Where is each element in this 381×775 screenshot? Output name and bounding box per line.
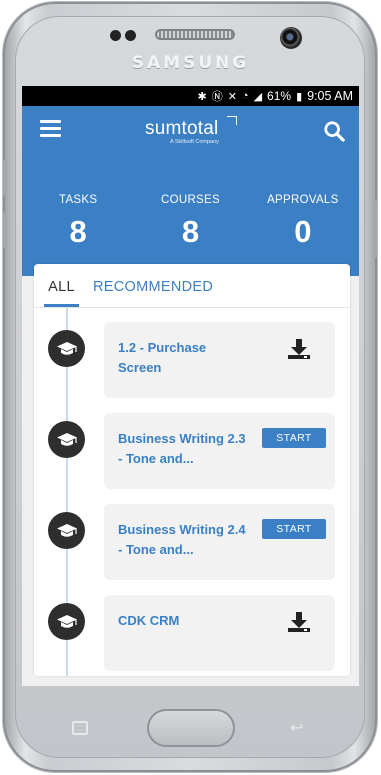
stat-value: 0 (294, 214, 312, 249)
battery-icon: ▮ (296, 90, 303, 103)
battery-percent: 61% (267, 89, 292, 103)
start-button[interactable]: START (262, 428, 326, 448)
graduation-cap-icon (48, 330, 85, 367)
graduation-cap-icon (48, 603, 85, 640)
stat-courses[interactable]: COURSES 8 (134, 194, 246, 250)
volume-up-key (3, 160, 7, 196)
search-icon[interactable] (323, 120, 345, 142)
mute-icon: ✕ (227, 90, 237, 103)
stat-label: APPROVALS (267, 194, 339, 206)
graduation-cap-icon (48, 512, 85, 549)
status-bar: ✱ Ⓝ ✕ ◔ ◢ 61% ▮ 9:05 AM (22, 86, 359, 106)
stat-value: 8 (181, 214, 200, 249)
tab-bar: ALL RECOMMENDED (34, 264, 350, 308)
graduation-cap-icon (48, 421, 85, 458)
volume-down-key (3, 212, 7, 248)
course-item[interactable]: Business Writing 2.3 - Tone and... START (104, 413, 335, 489)
app-header: sumtotal A Skillsoft Company TASKS 8 COU… (22, 106, 359, 276)
signal-icon: ◢ (253, 90, 263, 103)
status-time: 9:05 AM (307, 89, 353, 103)
bluetooth-icon: ✱ (197, 90, 207, 103)
power-key (373, 200, 377, 258)
course-item[interactable]: CDK CRM (104, 595, 335, 671)
download-icon[interactable] (287, 610, 311, 634)
stats-row: TASKS 8 COURSES 8 APPROVALS 0 (22, 194, 359, 250)
course-title[interactable]: Business Writing 2.3 - Tone and... (118, 429, 248, 469)
course-title[interactable]: CDK CRM (118, 611, 248, 631)
logo-subtitle: A Skillsoft Company (170, 139, 219, 145)
stat-value: 8 (69, 214, 87, 249)
learning-card: ALL RECOMMENDED 1.2 - Purchase Screen Bu… (34, 264, 350, 676)
back-icon[interactable]: ↩ (290, 718, 303, 737)
list-item: Business Writing 2.3 - Tone and... START (34, 413, 350, 489)
nfc-icon: Ⓝ (211, 91, 223, 103)
list-item: Business Writing 2.4 - Tone and... START (34, 504, 350, 580)
course-list[interactable]: 1.2 - Purchase Screen Business Writing 2… (34, 308, 350, 676)
logo-mark-icon (227, 116, 237, 125)
hamburger-menu-icon[interactable] (40, 120, 61, 137)
list-item: 1.2 - Purchase Screen (34, 322, 350, 398)
course-item[interactable]: 1.2 - Purchase Screen (104, 322, 335, 398)
course-title[interactable]: 1.2 - Purchase Screen (118, 338, 248, 378)
earpiece-speaker (155, 29, 235, 40)
stat-label: TASKS (58, 194, 98, 206)
stat-tasks[interactable]: TASKS 8 (22, 194, 134, 250)
course-item[interactable]: Business Writing 2.4 - Tone and... START (104, 504, 335, 580)
recent-apps-icon[interactable] (72, 721, 88, 735)
list-item: CDK CRM (34, 595, 350, 671)
course-title[interactable]: Business Writing 2.4 - Tone and... (118, 520, 248, 560)
front-camera (280, 27, 302, 49)
download-icon[interactable] (287, 337, 311, 361)
sensor-dots (110, 30, 136, 41)
sumtotal-logo: sumtotal A Skillsoft Company (145, 116, 245, 145)
device-brand: SAMSUNG (131, 53, 250, 73)
app-screen: ✱ Ⓝ ✕ ◔ ◢ 61% ▮ 9:05 AM sumtotal A Skill… (22, 86, 359, 686)
wifi-icon: ◔ (241, 90, 249, 102)
stat-approvals[interactable]: APPROVALS 0 (247, 194, 359, 250)
home-button[interactable] (147, 709, 235, 747)
tab-all[interactable]: ALL (44, 279, 79, 307)
tab-recommended[interactable]: RECOMMENDED (93, 279, 213, 307)
stat-label: COURSES (161, 194, 220, 206)
start-button[interactable]: START (262, 519, 326, 539)
